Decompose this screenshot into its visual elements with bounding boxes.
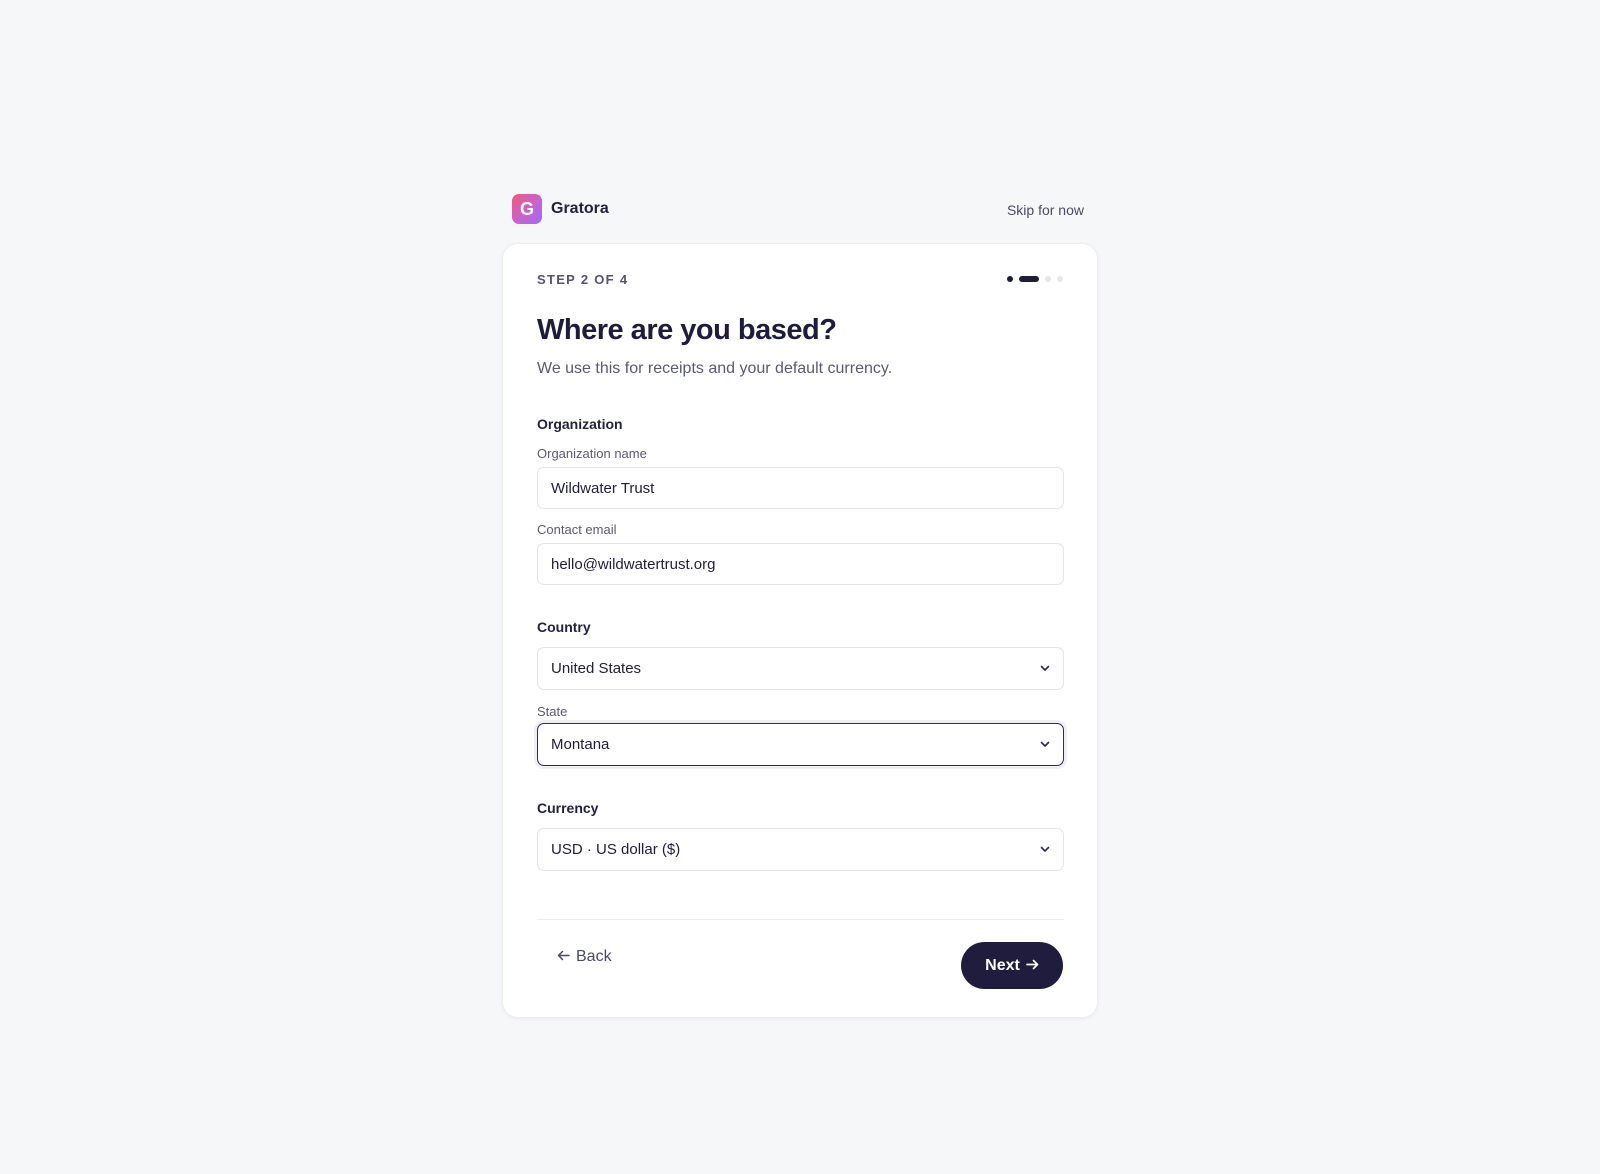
arrow-left-icon (557, 948, 570, 966)
state-select[interactable]: Montana (537, 723, 1064, 766)
chevron-down-icon (1040, 845, 1050, 855)
contact-email-label: Contact email (537, 522, 617, 537)
back-button-label: Back (576, 948, 612, 965)
organization-name-label: Organization name (537, 446, 647, 461)
contact-email-input[interactable]: hello@wildwatertrust.org (537, 543, 1064, 585)
chevron-down-icon (1040, 664, 1050, 674)
brand: G Gratora (512, 194, 609, 224)
state-select-value: Montana (551, 736, 610, 753)
footer-divider (537, 919, 1064, 920)
progress-dot-1 (1007, 276, 1013, 282)
page-title: Where are you based? (537, 314, 837, 346)
currency-select-value: USD · US dollar ($) (551, 841, 681, 858)
next-button-label: Next (985, 956, 1020, 974)
state-label: State (537, 704, 568, 719)
brand-name: Gratora (551, 200, 609, 217)
top-bar: G Gratora Skip for now (512, 194, 1084, 228)
organization-name-value: Wildwater Trust (551, 479, 655, 497)
currency-select[interactable]: USD · US dollar ($) (537, 828, 1064, 871)
onboarding-wrapper: G Gratora Skip for now STEP 2 OF 4 Where… (502, 194, 1098, 1018)
contact-email-value: hello@wildwatertrust.org (551, 555, 716, 573)
country-select-value: United States (551, 660, 642, 677)
arrow-right-icon (1025, 957, 1039, 975)
back-button[interactable]: Back (557, 948, 612, 966)
currency-section-title: Currency (537, 800, 599, 816)
country-section-title: Country (537, 619, 591, 635)
progress-dot-2 (1019, 276, 1039, 282)
progress-dot-4 (1057, 276, 1063, 282)
next-button[interactable]: Next (961, 942, 1063, 989)
progress-dot-3 (1045, 276, 1051, 282)
step-label: STEP 2 OF 4 (537, 272, 629, 287)
country-select[interactable]: United States (537, 647, 1064, 690)
brand-logo: G (512, 194, 542, 224)
step-indicator: STEP 2 OF 4 (537, 271, 1063, 287)
chevron-down-icon (1040, 740, 1050, 750)
skip-link[interactable]: Skip for now (1007, 202, 1084, 218)
page-subtitle: We use this for receipts and your defaul… (537, 360, 893, 377)
onboarding-card: STEP 2 OF 4 Where are you based? We use … (502, 243, 1098, 1018)
progress-dots (1007, 276, 1063, 282)
organization-section-title: Organization (537, 416, 623, 432)
organization-name-input[interactable]: Wildwater Trust (537, 467, 1064, 509)
